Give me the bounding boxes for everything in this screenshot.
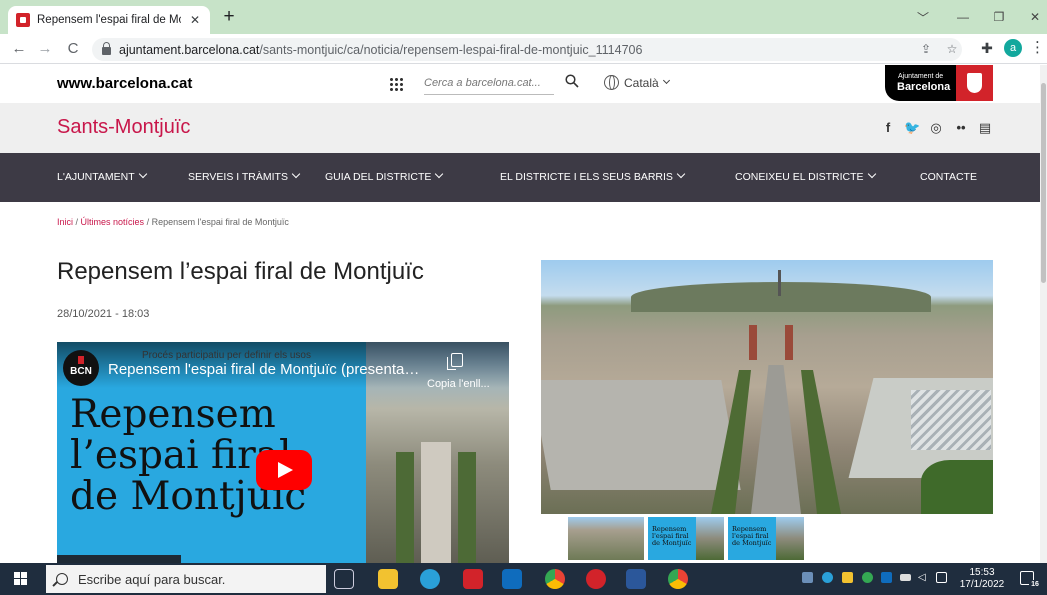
facebook-icon[interactable]: f: [880, 120, 896, 136]
youtube-video-player[interactable]: Repensem l’espai firal de Montjuïc BCN P…: [57, 342, 509, 563]
search-icon[interactable]: [565, 74, 579, 88]
chevron-down-icon: [291, 169, 301, 179]
language-selector[interactable]: Català: [604, 75, 670, 90]
volume-icon[interactable]: ◁: [918, 572, 929, 583]
gallery-thumbnail[interactable]: [568, 517, 644, 560]
chevron-down-icon: [435, 169, 444, 179]
newsletter-icon[interactable]: ▤: [977, 120, 993, 136]
address-bar[interactable]: ajuntament.barcelona.cat/sants-montjuic/…: [92, 38, 962, 61]
gallery-thumbnail[interactable]: Repensem l'espai firal de Montjuïc: [728, 517, 804, 560]
breadcrumb-news[interactable]: Últimes notícies: [81, 217, 145, 227]
window-close-icon[interactable]: ✕: [1012, 0, 1047, 34]
breadcrumb-separator: /: [73, 217, 81, 227]
forward-arrow-icon[interactable]: →: [34, 38, 56, 60]
taskbar-search-text: Escribe aquí para buscar.: [78, 571, 226, 587]
task-view-icon[interactable]: [334, 569, 354, 589]
nav-item-contacte[interactable]: CONTACTE: [920, 153, 977, 202]
scrollbar-thumb[interactable]: [1041, 83, 1046, 283]
video-title-link[interactable]: Repensem l'espai firal de Montjuïc (pres…: [108, 361, 420, 378]
nav-item-coneixeu[interactable]: CONEIXEU EL DISTRICTE: [735, 153, 876, 202]
play-button[interactable]: [256, 450, 312, 490]
copy-link-label[interactable]: Copia l'enll...: [427, 378, 490, 390]
flickr-icon[interactable]: ••: [953, 120, 969, 136]
language-label: Català: [624, 75, 659, 90]
article-date: 28/10/2021 - 18:03: [57, 308, 150, 320]
breadcrumb-current: Repensem l'espai firal de Montjuïc: [151, 217, 289, 227]
video-subtitle: Procés participatiu per definir els usos: [142, 350, 311, 361]
site-search-input[interactable]: Cerca a barcelona.cat...: [424, 77, 554, 95]
logo-line2: Barcelona: [897, 81, 951, 93]
tray-app-icon[interactable]: [842, 572, 853, 583]
tray-app-icon[interactable]: [822, 572, 833, 583]
taskbar-search-box[interactable]: Escribe aquí para buscar.: [46, 565, 326, 593]
apps-grid-icon[interactable]: [389, 77, 403, 91]
profile-avatar[interactable]: a: [1004, 39, 1022, 57]
browser-toolbar: ← → C ajuntament.barcelona.cat/sants-mon…: [0, 34, 1047, 64]
share-icon[interactable]: ⇪: [916, 38, 936, 61]
tray-app-icon[interactable]: [862, 572, 873, 583]
chrome-icon[interactable]: [545, 569, 565, 589]
windows-taskbar: Escribe aquí para buscar. ◁ 15:53 17/1/2…: [0, 563, 1047, 595]
browser-tab-active[interactable]: Repensem l'espai firal de Montjuï ✕: [8, 6, 210, 34]
breadcrumb-separator: /: [144, 217, 152, 227]
globe-icon: [604, 75, 619, 90]
new-tab-button[interactable]: +: [218, 7, 240, 29]
main-navigation: L'AJUNTAMENT SERVEIS I TRÀMITS GUIA DEL …: [0, 153, 1040, 202]
breadcrumb: Inici / Últimes notícies / Repensem l'es…: [57, 217, 289, 227]
tab-close-icon[interactable]: ✕: [188, 13, 202, 27]
twitter-icon[interactable]: 🐦: [904, 120, 920, 136]
page-viewport: www.barcelona.cat Cerca a barcelona.cat.…: [0, 65, 1040, 563]
chevron-down-icon: [138, 169, 147, 179]
windows-start-icon[interactable]: [0, 563, 42, 595]
reload-icon[interactable]: C: [62, 38, 84, 60]
site-domain-link[interactable]: www.barcelona.cat: [57, 75, 192, 92]
mail-app-icon[interactable]: [463, 569, 483, 589]
ajuntament-logo[interactable]: Ajuntament de Barcelona: [885, 65, 993, 101]
channel-avatar[interactable]: BCN: [63, 350, 99, 386]
extensions-puzzle-icon[interactable]: ✚: [976, 37, 998, 59]
district-title[interactable]: Sants-Montjuïc: [57, 116, 190, 139]
search-icon: [56, 573, 68, 585]
site-topbar: www.barcelona.cat Cerca a barcelona.cat.…: [0, 65, 1040, 103]
barcelona-shield-icon: [956, 65, 993, 101]
page-scrollbar[interactable]: [1040, 65, 1047, 563]
instagram-icon[interactable]: ◎: [928, 120, 944, 136]
network-icon[interactable]: [936, 572, 947, 583]
chevron-down-icon: [676, 169, 686, 179]
outlook-icon[interactable]: [502, 569, 522, 589]
lock-icon: [102, 42, 111, 55]
tray-outlook-icon[interactable]: [881, 572, 892, 583]
taskbar-clock[interactable]: 15:53 17/1/2022: [958, 567, 1006, 591]
back-arrow-icon[interactable]: ←: [8, 38, 30, 60]
barcelona-favicon-icon: [16, 13, 30, 27]
article-main-photo[interactable]: [541, 260, 993, 514]
word-icon[interactable]: [626, 569, 646, 589]
copy-link-icon[interactable]: [447, 353, 463, 370]
district-header: Sants-Montjuïc f 🐦 ◎ •• ▤: [0, 103, 1040, 153]
gallery-thumbnail[interactable]: Repensem l'espai firal de Montjuïc: [648, 517, 724, 560]
file-explorer-icon[interactable]: [378, 569, 398, 589]
chevron-down-icon: [867, 169, 876, 179]
browser-tabstrip: Repensem l'espai firal de Montjuï ✕ + ﹀ …: [0, 0, 1047, 34]
chrome-profile-icon[interactable]: [668, 569, 688, 589]
chevron-down-icon: [662, 76, 670, 85]
video-poster-text: Repensem l’espai firal de Montjuïc: [70, 392, 307, 519]
battery-icon[interactable]: [900, 574, 911, 581]
page-title: Repensem l’espai firal de Montjuïc: [57, 258, 424, 285]
nav-item-districte-barris[interactable]: EL DISTRICTE I ELS SEUS BARRIS: [500, 153, 686, 202]
pinned-app-icon[interactable]: [586, 569, 606, 589]
nav-item-guia[interactable]: GUIA DEL DISTRICTE: [325, 153, 444, 202]
breadcrumb-home[interactable]: Inici: [57, 217, 73, 227]
tab-title: Repensem l'espai firal de Montjuï: [37, 14, 181, 26]
logo-line1: Ajuntament de: [898, 73, 944, 80]
nav-item-serveis[interactable]: SERVEIS I TRÀMITS: [188, 153, 301, 202]
nav-item-ajuntament[interactable]: L'AJUNTAMENT: [57, 153, 147, 202]
tray-app-icon[interactable]: [802, 572, 813, 583]
edge-icon[interactable]: [420, 569, 440, 589]
notification-count: 16: [1029, 580, 1041, 590]
bookmark-star-icon[interactable]: ☆: [942, 38, 962, 61]
browser-menu-icon[interactable]: ⋮: [1030, 37, 1045, 59]
url-text: ajuntament.barcelona.cat/sants-montjuic/…: [119, 42, 643, 57]
